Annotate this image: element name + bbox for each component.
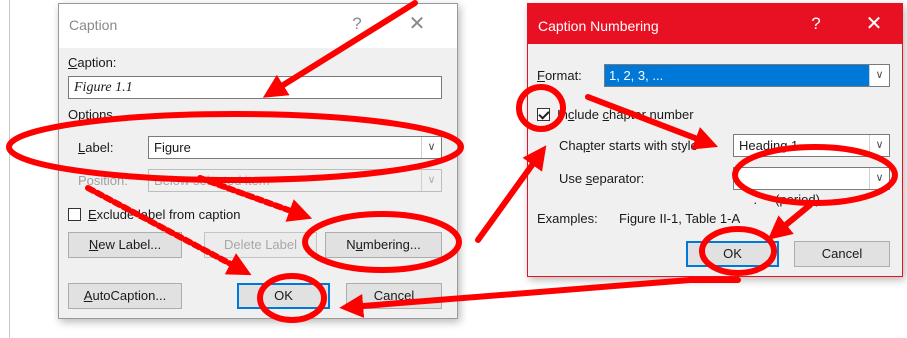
label-field-label: Label:: [78, 140, 114, 155]
numbering-button[interactable]: Numbering...: [325, 232, 442, 258]
chevron-down-icon[interactable]: ∨: [869, 168, 889, 189]
help-icon[interactable]: ?: [347, 14, 367, 34]
chapter-style-value: Heading 1: [739, 138, 799, 153]
caption-dialog-title: Caption: [69, 17, 118, 33]
separator-label: Use separator:: [559, 171, 645, 186]
caption-numbering-dialog: Caption Numbering ? ✕ Format: 1, 2, 3, .…: [527, 3, 903, 277]
format-field-label: Format:: [537, 68, 582, 83]
separator-dropdown[interactable]: . (period) ∨: [733, 167, 890, 207]
position-dropdown-value: Below selected item: [154, 173, 270, 188]
label-dropdown[interactable]: Figure ∨: [148, 136, 442, 159]
include-chapter-checkbox[interactable]: [537, 108, 550, 121]
chevron-down-icon[interactable]: ∨: [421, 137, 441, 158]
numbering-dialog-titlebar: Caption Numbering ? ✕: [528, 4, 902, 44]
options-group-label: Options: [68, 107, 113, 122]
caption-text-input[interactable]: Figure 1.1: [68, 76, 442, 99]
exclude-label-checkbox[interactable]: [68, 208, 81, 221]
include-chapter-label: Include chapter number: [557, 107, 694, 122]
chevron-down-icon[interactable]: ∨: [421, 170, 441, 191]
chevron-down-icon[interactable]: ∨: [869, 65, 889, 86]
exclude-label-text: Exclude label from caption: [88, 207, 241, 222]
caption-field-label: Caption:: [68, 55, 117, 70]
delete-label-button[interactable]: Delete Label: [204, 232, 317, 258]
close-icon[interactable]: ✕: [405, 11, 429, 36]
chevron-down-icon[interactable]: ∨: [869, 135, 889, 156]
examples-value: Figure II-1, Table 1-A: [619, 211, 741, 226]
chapter-style-dropdown[interactable]: Heading 1 ∨: [733, 134, 890, 157]
help-icon[interactable]: ?: [806, 14, 826, 34]
caption-dialog: Caption ? ✕ Caption: Figure 1.1 Options …: [58, 3, 458, 319]
numbering-cancel-button[interactable]: Cancel: [794, 241, 890, 267]
caption-dialog-titlebar: Caption ? ✕: [59, 4, 457, 48]
autocaption-button[interactable]: AutoCaption...: [68, 283, 182, 309]
new-label-button[interactable]: New Label...: [68, 232, 182, 258]
close-icon[interactable]: ✕: [862, 11, 886, 36]
position-field-label: Position:: [78, 173, 128, 188]
document-margin-line: [9, 0, 10, 338]
numbering-ok-button[interactable]: OK: [686, 241, 779, 267]
examples-label: Examples:: [537, 211, 598, 226]
format-dropdown[interactable]: 1, 2, 3, ... ∨: [604, 64, 890, 87]
caption-cancel-button[interactable]: Cancel: [346, 283, 442, 309]
position-dropdown[interactable]: Below selected item ∨: [148, 169, 442, 192]
numbering-dialog-title: Caption Numbering: [538, 18, 659, 34]
caption-ok-button[interactable]: OK: [237, 283, 330, 309]
separator-value: . (period): [753, 192, 820, 207]
format-dropdown-value: 1, 2, 3, ...: [605, 65, 869, 86]
label-dropdown-value: Figure: [154, 140, 191, 155]
chapter-style-label: Chapter starts with style: [559, 138, 698, 153]
